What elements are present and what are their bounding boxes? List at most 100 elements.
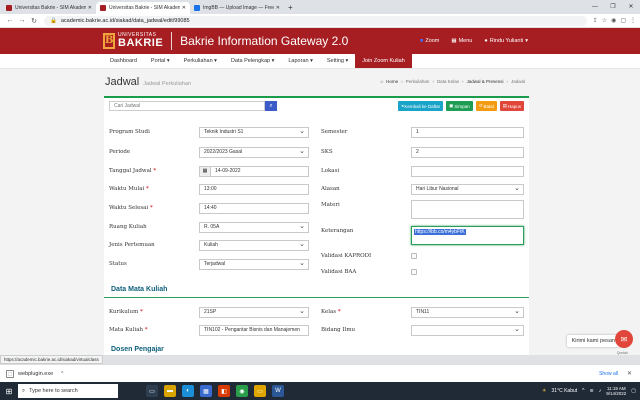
- field-keterangan: Keterangan https://ibb.co/m4ybFtK: [321, 226, 524, 245]
- office-icon[interactable]: ◧: [218, 385, 230, 397]
- reload-icon[interactable]: ↻: [28, 17, 40, 25]
- chat-label[interactable]: Kirimi kami pesan: [566, 335, 620, 347]
- kebab-menu-icon[interactable]: ⋮: [630, 17, 636, 24]
- extensions-icon[interactable]: ▢: [620, 17, 626, 24]
- breadcrumb-perkuliahan[interactable]: Perkuliahan: [406, 79, 430, 84]
- select-kelas[interactable]: TIN11: [411, 306, 524, 318]
- minimize-icon[interactable]: —: [586, 0, 604, 14]
- forward-icon[interactable]: →: [16, 17, 28, 24]
- input-lokasi[interactable]: [411, 165, 524, 177]
- bakrie-logo-icon[interactable]: B: [103, 33, 115, 49]
- download-file-name[interactable]: webplugin.exe: [18, 371, 53, 377]
- close-icon[interactable]: ✕: [627, 370, 632, 377]
- taskbar-search[interactable]: ⌕ Type here to search: [18, 384, 118, 398]
- date-input[interactable]: 14-09-2022: [210, 165, 309, 177]
- nav-setting[interactable]: Setting ▾: [320, 54, 355, 68]
- select-kurikulum[interactable]: 21SP: [199, 306, 309, 318]
- volume-icon[interactable]: ♪: [599, 388, 602, 394]
- required-mark: *: [153, 168, 157, 174]
- url-field[interactable]: 🔒 academic.bakrie.ac.id/siakad/data_jadw…: [44, 15, 587, 26]
- back-to-list-button[interactable]: ◂ Kembali ke Daftar: [398, 101, 444, 111]
- checkbox-validasi-kaprodi[interactable]: [411, 253, 417, 259]
- textarea-keterangan[interactable]: https://ibb.co/m4ybFtK: [411, 226, 524, 245]
- user-menu[interactable]: ● Rindu Yulianti ▾: [484, 38, 528, 44]
- store-icon[interactable]: ▦: [200, 385, 212, 397]
- menu-button[interactable]: ▦ Menu: [451, 38, 472, 44]
- breadcrumb: ⌂ Home › Perkuliahan › Data Kelas › Jadw…: [380, 79, 525, 84]
- textarea-materi[interactable]: [411, 200, 524, 219]
- jadwal-form-card: ⌕ ◂Kembali ke Daftar ▣Simpan ↺Batal ▤Hap…: [104, 96, 529, 355]
- required-mark: *: [337, 309, 341, 315]
- calendar-icon[interactable]: ▦: [199, 165, 210, 177]
- edge-icon[interactable]: ◐: [182, 385, 194, 397]
- user-name: Rindu Yulianti: [489, 38, 524, 44]
- weather-text[interactable]: 31°C Kabut: [552, 388, 578, 394]
- back-icon[interactable]: ←: [4, 17, 16, 24]
- folder-icon[interactable]: ▭: [254, 385, 266, 397]
- tray-expand-icon[interactable]: ^: [582, 388, 584, 394]
- zoom-button[interactable]: ■ Zoom: [420, 38, 439, 44]
- label-materi: Materi: [321, 202, 340, 208]
- notification-icon[interactable]: ▢: [631, 388, 636, 394]
- input-waktu-mulai[interactable]: 13:00: [199, 183, 309, 195]
- field-bidang-ilmu: Bidang Ilmu: [321, 324, 524, 336]
- search-button[interactable]: ⌕: [265, 101, 277, 111]
- new-tab-icon[interactable]: +: [288, 2, 293, 14]
- breadcrumb-sep: ›: [432, 79, 434, 84]
- cancel-button[interactable]: ↺ Batal: [475, 101, 497, 111]
- field-kurikulum: Kurikulum * 21SP: [109, 306, 309, 318]
- browser-tab-1[interactable]: Universitas Bakrie - SIM Akadem ✕: [96, 2, 190, 14]
- nav-data-pelengkap[interactable]: Data Pelengkap ▾: [224, 54, 281, 68]
- maximize-icon[interactable]: ❐: [604, 0, 622, 14]
- close-window-icon[interactable]: ✕: [622, 0, 640, 14]
- share-icon[interactable]: ⇪: [593, 17, 598, 24]
- browser-tab-0[interactable]: Universitas Bakrie - SIM Akadem ✕: [2, 2, 96, 14]
- label-ruang-kuliah: Ruang Kuliah: [109, 224, 147, 230]
- save-button[interactable]: ▣ Simpan: [446, 101, 473, 111]
- delete-button[interactable]: ▤ Hapus: [499, 101, 524, 111]
- select-bidang-ilmu[interactable]: [411, 324, 524, 336]
- close-tab-icon[interactable]: ✕: [276, 5, 280, 11]
- star-icon[interactable]: ☆: [602, 17, 607, 24]
- profile-icon[interactable]: ◉: [611, 17, 616, 24]
- field-mata-kuliah: Mata Kuliah * TIN102 - Pengantar Bisnis …: [109, 324, 309, 336]
- label-text: Mata Kuliah: [109, 327, 144, 333]
- breadcrumb-home[interactable]: Home: [386, 79, 398, 84]
- select-mata-kuliah[interactable]: TIN102 - Pengantar Bisnis dan Manajemen: [199, 324, 309, 336]
- save-icon: ▣: [449, 103, 454, 108]
- downloads-bar: ⬚ webplugin.exe ^ Show all ✕: [0, 364, 640, 382]
- select-jenis-pertemuan[interactable]: Kuliah: [199, 239, 309, 251]
- chevron-up-icon[interactable]: ^: [61, 371, 63, 377]
- search-input[interactable]: [109, 101, 265, 111]
- checkbox-validasi-baa[interactable]: [411, 269, 417, 275]
- task-view-icon[interactable]: ▭: [146, 385, 158, 397]
- nav-portal[interactable]: Portal ▾: [144, 54, 177, 68]
- close-tab-icon[interactable]: ✕: [182, 5, 186, 11]
- file-explorer-icon[interactable]: ▬: [164, 385, 176, 397]
- select-alasan[interactable]: Hari Libur Nasional: [411, 183, 524, 195]
- field-periode: Periode 2022/2023 Gasal: [109, 146, 309, 158]
- nav-perkuliahan[interactable]: Perkuliahan ▾: [177, 54, 224, 68]
- select-periode[interactable]: 2022/2023 Gasal: [199, 146, 309, 158]
- browser-tab-2[interactable]: ImgBB — Upload Image — Free ✕: [190, 2, 284, 14]
- windows-start-icon[interactable]: ⊞: [0, 382, 18, 400]
- input-semester[interactable]: 1: [411, 126, 524, 138]
- wifi-icon[interactable]: ≋: [590, 388, 594, 394]
- select-program-studi[interactable]: Teknik Industri S1: [199, 126, 309, 138]
- required-mark: *: [149, 205, 153, 211]
- input-sks[interactable]: 2: [411, 146, 524, 158]
- select-ruang-kuliah[interactable]: R. 05A: [199, 221, 309, 233]
- clock[interactable]: 11:19 AM 9/14/2022: [606, 386, 626, 397]
- nav-laporan[interactable]: Laporan ▾: [281, 54, 319, 68]
- select-status[interactable]: Terjadwal: [199, 258, 309, 270]
- input-waktu-selesai[interactable]: 14:40: [199, 202, 309, 214]
- breadcrumb-data-kelas[interactable]: Data Kelas: [437, 79, 459, 84]
- nav-join-zoom[interactable]: Join Zoom Kuliah: [355, 54, 412, 68]
- close-tab-icon[interactable]: ✕: [88, 5, 92, 11]
- chrome-icon[interactable]: ◉: [236, 385, 248, 397]
- breadcrumb-jadwal-presensi[interactable]: Jadwal & Presensi: [466, 79, 503, 84]
- chat-bubble-icon[interactable]: ✉: [615, 330, 633, 348]
- word-icon[interactable]: W: [272, 385, 284, 397]
- nav-dashboard[interactable]: Dashboard: [103, 54, 144, 68]
- show-all-link[interactable]: Show all: [599, 371, 618, 377]
